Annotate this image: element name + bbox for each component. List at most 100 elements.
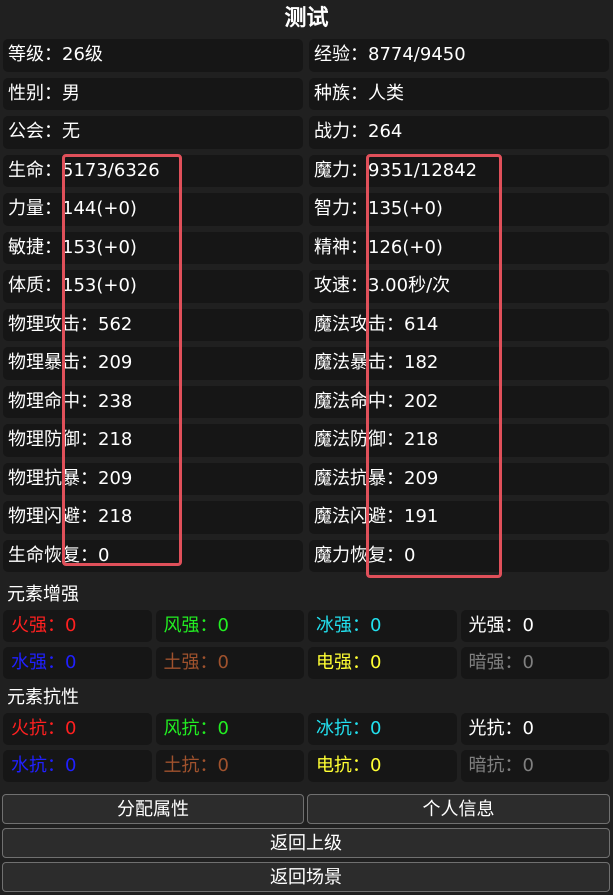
- element-boost-cell: 土强：0: [155, 647, 304, 679]
- element-boost-value: 0: [217, 615, 229, 636]
- stat-cell: 魔力恢复：0: [309, 539, 609, 572]
- stat-label: 魔法命中: [314, 390, 386, 412]
- stat-cell: 魔法命中：202: [309, 385, 609, 418]
- element-boost-grid: 火强：0 风强：0 冰强：0 光强：0 水强：0 土强：0 电强：0 暗强：0: [3, 610, 609, 684]
- element-boost-label: 暗强: [468, 652, 505, 673]
- element-boost-separator: ：: [47, 615, 65, 636]
- element-resist-separator: ：: [199, 755, 218, 776]
- element-resist-value: 0: [522, 718, 534, 739]
- element-resist-cell: 火抗：0: [3, 713, 152, 745]
- element-boost-value: 0: [522, 615, 534, 636]
- stat-label: 精神: [314, 236, 350, 258]
- stat-row: 物理防御：218 魔法防御：218: [3, 424, 609, 457]
- stat-value: 男: [62, 82, 80, 104]
- element-boost-cell: 风强：0: [155, 610, 304, 642]
- stat-separator: ：: [350, 198, 368, 219]
- stat-label: 魔力恢复: [314, 544, 386, 566]
- stat-cell: 生命：5173/6326: [3, 154, 303, 187]
- stat-value: 202: [404, 390, 439, 412]
- element-resist-cell: 冰抗：0: [308, 713, 457, 745]
- stat-separator: ：: [80, 352, 98, 373]
- allocate-attributes-button[interactable]: 分配属性: [2, 794, 304, 824]
- stat-row: 敏捷：153(+0) 精神：126(+0): [3, 231, 609, 264]
- stat-separator: ：: [80, 467, 98, 489]
- element-boost-label: 电强: [316, 652, 352, 673]
- element-boost-separator: ：: [504, 652, 523, 673]
- stat-label: 攻速: [314, 275, 350, 296]
- element-resist-separator: ：: [504, 718, 523, 739]
- element-resist-value: 0: [370, 718, 382, 739]
- stat-label: 魔力: [314, 159, 350, 181]
- stat-label: 物理防御: [8, 429, 80, 450]
- element-boost-separator: ：: [504, 615, 523, 636]
- return-scene-button[interactable]: 返回场景: [2, 862, 610, 892]
- stat-label: 物理暴击: [8, 352, 80, 373]
- element-boost-value: 0: [217, 652, 229, 673]
- stat-label: 等级: [8, 44, 44, 65]
- back-button[interactable]: 返回上级: [2, 828, 610, 858]
- stat-cell: 物理闪避：218: [3, 501, 303, 534]
- stat-separator: ：: [386, 313, 404, 335]
- stat-value: 209: [404, 467, 439, 489]
- stat-cell: 魔法抗暴：209: [309, 462, 609, 495]
- element-boost-value: 0: [65, 615, 77, 636]
- stat-cell: 魔法闪避：191: [309, 501, 609, 534]
- stat-cell: 种族：人类: [309, 77, 609, 110]
- stat-value: 614: [404, 313, 439, 335]
- stat-separator: ：: [386, 544, 404, 566]
- stat-value: 3.00秒/次: [368, 275, 451, 296]
- stat-row: 体质：153(+0) 攻速：3.00秒/次: [3, 270, 609, 303]
- element-boost-separator: ：: [199, 652, 218, 673]
- element-resist-row: 火抗：0 风抗：0 冰抗：0 光抗：0: [3, 713, 609, 745]
- stat-cell: 魔法防御：218: [309, 424, 609, 457]
- stat-cell: 敏捷：153(+0): [3, 231, 303, 264]
- stat-separator: ：: [44, 159, 62, 181]
- element-resist-separator: ：: [352, 718, 370, 739]
- stat-cell: 攻速：3.00秒/次: [309, 270, 609, 303]
- stat-label: 战力: [314, 121, 350, 142]
- stat-row: 生命恢复：0 魔力恢复：0: [3, 539, 609, 572]
- stat-row: 物理命中：238 魔法命中：202: [3, 385, 609, 418]
- element-resist-cell: 水抗：0: [3, 750, 152, 782]
- stat-label: 智力: [314, 198, 350, 219]
- stat-value: 135(+0): [368, 198, 443, 219]
- element-resist-value: 0: [522, 755, 534, 776]
- element-resist-label: 土抗: [163, 755, 200, 776]
- stat-label: 敏捷: [8, 236, 44, 258]
- element-resist-value: 0: [217, 718, 229, 739]
- stat-label: 魔法防御: [314, 429, 386, 450]
- stat-cell: 生命恢复：0: [3, 539, 303, 572]
- element-resist-cell: 风抗：0: [155, 713, 304, 745]
- stat-label: 物理命中: [8, 390, 80, 412]
- stat-label: 生命: [8, 159, 44, 181]
- element-resist-cell: 光抗：0: [460, 713, 609, 745]
- element-resist-value: 0: [370, 755, 382, 776]
- stat-value: 218: [98, 506, 133, 527]
- stat-cell: 物理命中：238: [3, 385, 303, 418]
- stat-value: 0: [404, 544, 416, 566]
- profile-button[interactable]: 个人信息: [307, 794, 610, 824]
- element-boost-label: 土强: [163, 652, 200, 673]
- stat-separator: ：: [44, 198, 62, 219]
- stat-value: 0: [98, 544, 110, 566]
- stat-cell: 魔法暴击：182: [309, 347, 609, 380]
- stat-label: 力量: [8, 198, 44, 219]
- stat-value: 26级: [62, 44, 103, 65]
- stat-cell: 魔法攻击：614: [309, 308, 609, 341]
- stat-value: 153(+0): [62, 236, 137, 258]
- stat-value: 264: [368, 121, 403, 142]
- element-boost-separator: ：: [352, 652, 370, 673]
- stat-separator: ：: [386, 506, 404, 527]
- stat-cell: 公会：无: [3, 116, 303, 149]
- stat-value: 209: [98, 467, 133, 489]
- stat-label: 经验: [314, 44, 350, 65]
- stat-value: 218: [98, 429, 133, 450]
- stat-value: 209: [98, 352, 133, 373]
- stat-separator: ：: [350, 236, 368, 258]
- element-boost-cell: 水强：0: [3, 647, 152, 679]
- stat-label: 魔法攻击: [314, 313, 386, 335]
- stat-cell: 力量：144(+0): [3, 193, 303, 226]
- element-boost-label: 水强: [11, 652, 47, 673]
- stat-value: 562: [98, 313, 133, 335]
- element-boost-cell: 光强：0: [460, 610, 609, 642]
